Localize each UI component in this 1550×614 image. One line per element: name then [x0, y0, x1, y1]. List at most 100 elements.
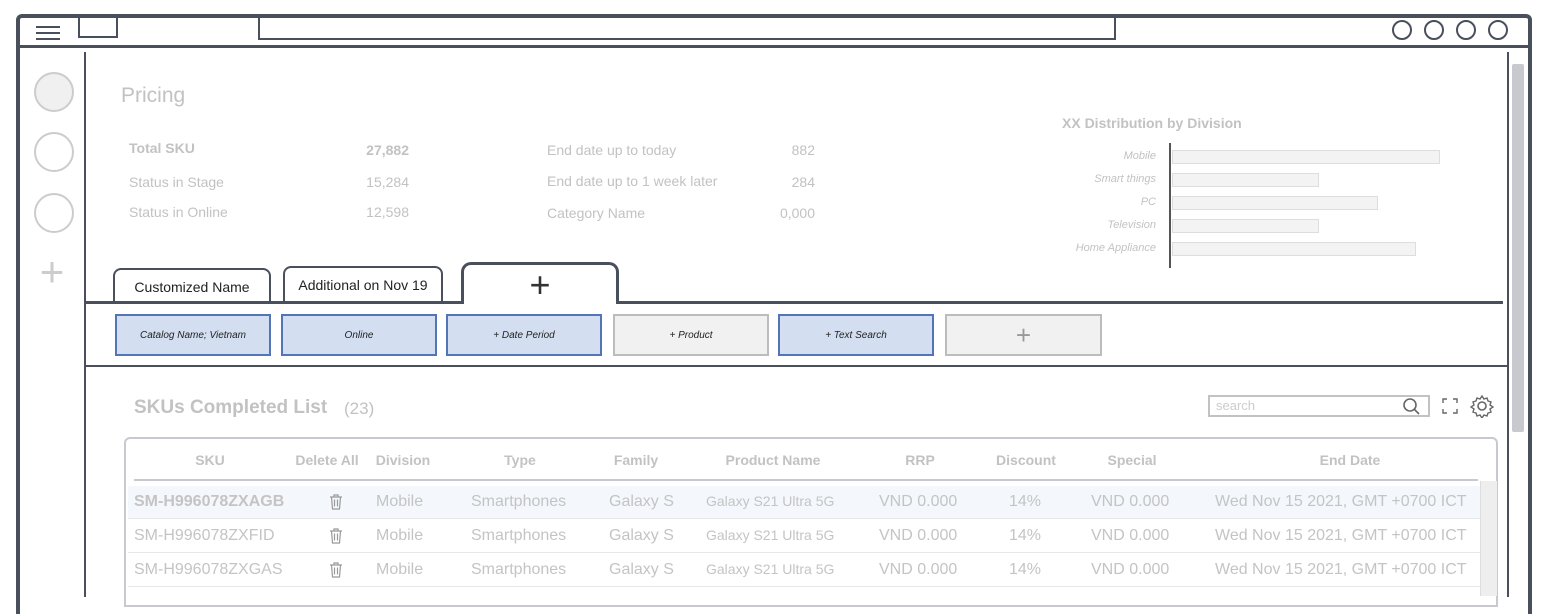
column-header[interactable]: Delete All: [290, 452, 364, 468]
list-count: (23): [344, 399, 375, 418]
stat-value-stage: 15,284: [366, 174, 409, 190]
column-header[interactable]: SKU: [170, 452, 250, 468]
cell-division: Mobile: [376, 493, 424, 510]
add-tab-button[interactable]: +: [461, 262, 619, 305]
cell-rrp: VND 0.000: [879, 527, 958, 544]
chart-category-label: Home Appliance: [1075, 242, 1156, 254]
column-header[interactable]: RRP: [880, 452, 960, 468]
cell-type: Smartphones: [471, 561, 567, 578]
column-header[interactable]: Product Name: [700, 452, 846, 468]
column-header[interactable]: Discount: [988, 452, 1064, 468]
address-bar[interactable]: [258, 18, 1116, 40]
cell-type: Smartphones: [471, 493, 567, 510]
search-input[interactable]: search: [1208, 395, 1430, 417]
filter-chip[interactable]: Online: [281, 314, 437, 356]
cell-product: Galaxy S21 Ultra 5G: [706, 527, 835, 543]
cell-discount: 14%: [1009, 561, 1042, 578]
cell-sku: SM-H996078ZXGAS: [134, 561, 283, 578]
expand-icon[interactable]: [1442, 398, 1458, 414]
cell-discount: 14%: [1009, 527, 1042, 544]
page-title: Pricing: [121, 84, 186, 107]
trash-icon[interactable]: [329, 562, 343, 578]
search-icon[interactable]: [1402, 397, 1420, 415]
column-header[interactable]: Division: [368, 452, 438, 468]
cell-sku: SM-H996078ZXAGB: [134, 493, 285, 510]
stat-value-category: 0,000: [779, 205, 815, 221]
sidebar-add-icon[interactable]: +: [34, 251, 70, 293]
stat-label-total-sku: Total SKU: [129, 140, 195, 156]
scrollbar-thumb[interactable]: [1512, 64, 1524, 432]
chart-bar: [1172, 173, 1319, 187]
chart-category-label: Smart things: [1094, 173, 1156, 185]
sidebar: +: [20, 52, 86, 597]
stat-label-end-today: End date up to today: [547, 142, 677, 158]
title-bar: [20, 18, 1528, 48]
filter-chip[interactable]: + Date Period: [446, 314, 602, 356]
cell-special: VND 0.000: [1091, 527, 1170, 544]
column-header[interactable]: End Date: [1220, 452, 1480, 468]
cell-end: Wed Nov 15 2021, GMT +0700 ICT: [1215, 493, 1467, 510]
cell-division: Mobile: [376, 561, 424, 578]
chart-title: XX Distribution by Division: [1062, 115, 1242, 131]
filter-chip[interactable]: + Product: [613, 314, 769, 356]
cell-end: Wed Nov 15 2021, GMT +0700 ICT: [1215, 527, 1467, 544]
chart-category-label: Mobile: [1123, 150, 1156, 162]
chart-bar: [1172, 242, 1416, 256]
stat-value-end-today: 882: [791, 142, 815, 158]
stat-value-end-week: 284: [791, 174, 815, 190]
cell-special: VND 0.000: [1091, 561, 1170, 578]
gear-icon[interactable]: [1470, 394, 1494, 418]
sidebar-avatar-icon[interactable]: [34, 72, 74, 112]
stat-label-online: Status in Online: [129, 204, 228, 220]
chart-axis: [1169, 143, 1171, 268]
cell-special: VND 0.000: [1091, 493, 1170, 510]
column-header[interactable]: Type: [470, 452, 570, 468]
column-header[interactable]: Family: [600, 452, 672, 468]
chart-category-label: PC: [1140, 196, 1156, 208]
window-control-icon[interactable]: [1392, 20, 1412, 40]
window-control-icon[interactable]: [1456, 20, 1476, 40]
table-header-line: [134, 479, 1478, 481]
menu-icon[interactable]: [36, 26, 60, 40]
tab-customized-name[interactable]: Customized Name: [113, 268, 271, 304]
cell-product: Galaxy S21 Ultra 5G: [706, 561, 835, 577]
window-control-icon[interactable]: [1424, 20, 1444, 40]
cell-division: Mobile: [376, 527, 424, 544]
table-scrollbar[interactable]: [1480, 481, 1497, 596]
add-filter-button[interactable]: +: [945, 314, 1102, 356]
chart-bar: [1172, 219, 1319, 233]
sidebar-item-icon[interactable]: [34, 193, 74, 233]
stat-label-stage: Status in Stage: [129, 174, 224, 190]
filter-chip[interactable]: + Text Search: [778, 314, 934, 356]
page-scrollbar[interactable]: [1507, 52, 1527, 597]
cell-family: Galaxy S: [609, 527, 674, 544]
section-divider: [86, 365, 1507, 367]
tab-bar-line: [86, 301, 1503, 304]
cell-product: Galaxy S21 Ultra 5G: [706, 493, 835, 509]
list-title: SKUs Completed List: [134, 397, 328, 418]
cell-sku: SM-H996078ZXFID: [134, 527, 275, 544]
chart-bar: [1172, 150, 1440, 164]
cell-type: Smartphones: [471, 527, 567, 544]
tab-additional[interactable]: Additional on Nov 19: [283, 266, 443, 302]
browser-tab[interactable]: [78, 18, 118, 38]
filter-chip[interactable]: Catalog Name; Vietnam: [115, 314, 271, 356]
stat-label-end-week: End date up to 1 week later: [547, 173, 718, 189]
cell-family: Galaxy S: [609, 561, 674, 578]
stat-label-category: Category Name: [547, 205, 646, 221]
stat-value-total-sku: 27,882: [366, 142, 409, 158]
cell-rrp: VND 0.000: [879, 561, 958, 578]
column-header[interactable]: Special: [1090, 452, 1174, 468]
trash-icon[interactable]: [329, 528, 343, 544]
cell-family: Galaxy S: [609, 493, 674, 510]
window-control-icon[interactable]: [1488, 20, 1508, 40]
cell-end: Wed Nov 15 2021, GMT +0700 ICT: [1215, 561, 1467, 578]
trash-icon[interactable]: [329, 494, 343, 510]
chart-category-label: Television: [1107, 219, 1156, 231]
cell-rrp: VND 0.000: [879, 493, 958, 510]
sidebar-item-icon[interactable]: [34, 132, 74, 172]
stat-value-online: 12,598: [366, 204, 409, 220]
cell-discount: 14%: [1009, 493, 1042, 510]
window-controls: [1392, 20, 1508, 40]
chart-bar: [1172, 196, 1378, 210]
